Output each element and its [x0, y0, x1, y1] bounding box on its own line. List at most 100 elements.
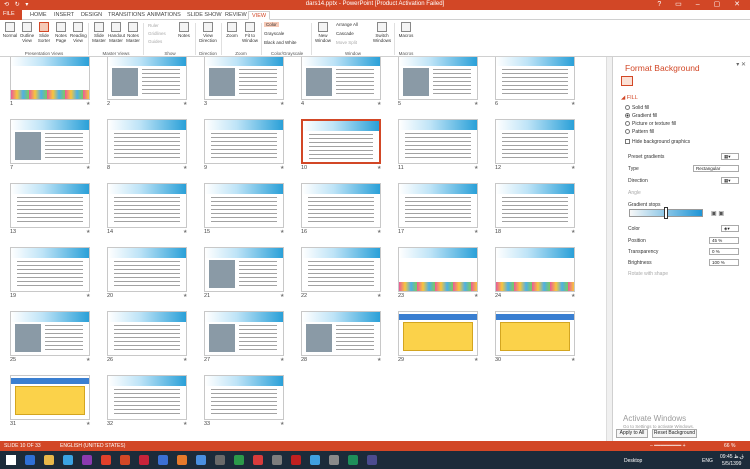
rotate-with-shape-checkbox[interactable]: Rotate with shape	[628, 271, 668, 277]
reading-view-button[interactable]: Reading View	[70, 22, 87, 43]
tab-design[interactable]: DESIGN	[78, 11, 105, 20]
color-button[interactable]: Color	[264, 22, 279, 27]
tab-slide-show[interactable]: SLIDE SHOW	[184, 11, 225, 20]
taskbar-app-icon[interactable]	[196, 455, 206, 465]
slide-thumbnail[interactable]	[107, 119, 187, 164]
outline-view-button[interactable]: Outline View	[19, 22, 35, 43]
normal-view-button[interactable]: Normal	[2, 22, 18, 38]
slide-thumbnail[interactable]	[10, 311, 90, 356]
taskbar-app-icon[interactable]	[120, 455, 130, 465]
slide-sorter-area[interactable]: 1 ★ 2 ★ 3 ★ 4 ★ 5 ★ 6 ★ 7 ★ 8 ★ 9 ★ 10 ★ 11 ★ 12 ★ 13 ★ 14 ★ 15 ★ 16 ★ 1…	[0, 57, 606, 441]
taskbar-app-icon[interactable]	[291, 455, 301, 465]
preset-gradients-dropdown[interactable]: ▦▾	[721, 153, 739, 160]
fit-to-window-button[interactable]: Fit to Window	[241, 22, 259, 43]
arrange-all-button[interactable]: Arrange All	[336, 22, 358, 27]
slide-thumbnail[interactable]	[204, 57, 284, 100]
cascade-button[interactable]: Cascade	[336, 31, 354, 36]
move-split-button[interactable]: Move Split	[336, 40, 357, 45]
input-language[interactable]: ENG	[702, 458, 713, 464]
slide-thumbnail[interactable]	[10, 183, 90, 228]
slide-thumbnail[interactable]	[10, 119, 90, 164]
slide-thumbnail[interactable]	[204, 247, 284, 292]
window-controls[interactable]: ? ▭ – ▢ ✕	[657, 0, 746, 8]
slide-thumbnail[interactable]	[398, 119, 478, 164]
taskbar-app-icon[interactable]	[25, 455, 35, 465]
slide-thumbnail[interactable]	[107, 311, 187, 356]
zoom-slider[interactable]: – ━━━━━━━━━ +	[650, 443, 686, 449]
fill-section-header[interactable]: ◢ FILL	[621, 95, 638, 101]
slide-thumbnail[interactable]	[107, 183, 187, 228]
taskbar-app-icon[interactable]	[348, 455, 358, 465]
taskbar-app-icon[interactable]	[367, 455, 377, 465]
slide-thumbnail[interactable]	[495, 247, 575, 292]
start-icon[interactable]	[6, 455, 16, 465]
slide-thumbnail[interactable]	[398, 247, 478, 292]
slide-thumbnail[interactable]	[204, 375, 284, 420]
notes-master-button[interactable]: Notes Master	[125, 22, 141, 43]
gradient-fill-option[interactable]: Gradient fill	[625, 113, 657, 119]
picture-fill-option[interactable]: Picture or texture fill	[625, 121, 676, 127]
solid-fill-option[interactable]: Solid fill	[625, 105, 649, 111]
slide-thumbnail[interactable]	[495, 311, 575, 356]
transparency-spinner[interactable]: 0 %	[709, 248, 739, 255]
slide-thumbnail[interactable]	[10, 247, 90, 292]
ruler-checkbox[interactable]: Ruler	[148, 23, 159, 28]
handout-master-button[interactable]: Handout Master	[108, 22, 125, 43]
add-stop-icon[interactable]: ▣ ▣	[711, 210, 724, 217]
taskbar-app-icon[interactable]	[139, 455, 149, 465]
macros-button[interactable]: Macros	[397, 22, 415, 38]
guides-checkbox[interactable]: Guides	[148, 39, 162, 44]
slide-sorter-button[interactable]: Slide Sorter	[36, 22, 52, 43]
direction-dropdown[interactable]: ▦▾	[721, 177, 739, 184]
slide-thumbnail[interactable]	[301, 247, 381, 292]
slide-thumbnail[interactable]	[301, 183, 381, 228]
slide-thumbnail[interactable]	[107, 247, 187, 292]
tab-home[interactable]: HOME	[27, 11, 50, 20]
slide-thumbnail[interactable]	[204, 119, 284, 164]
desktop-toolbar[interactable]: Desktop	[624, 458, 642, 464]
slide-thumbnail[interactable]	[107, 57, 187, 100]
slide-thumbnail[interactable]	[495, 119, 575, 164]
notes-button[interactable]: Notes	[176, 22, 192, 38]
slide-thumbnail[interactable]	[301, 57, 381, 100]
slide-thumbnail[interactable]	[10, 375, 90, 420]
color-picker[interactable]: ◈▾	[721, 225, 739, 232]
taskbar-app-icon[interactable]	[310, 455, 320, 465]
gradient-stop-handle[interactable]	[664, 207, 668, 219]
taskbar-app-icon[interactable]	[234, 455, 244, 465]
pane-close-button[interactable]: ▾ ✕	[736, 61, 746, 68]
taskbar-app-icon[interactable]	[253, 455, 263, 465]
tab-review[interactable]: REVIEW	[222, 11, 250, 20]
taskbar-app-icon[interactable]	[177, 455, 187, 465]
black-white-button[interactable]: Black and White	[264, 40, 297, 45]
clock-time[interactable]: 09:45 ق.ظ	[720, 454, 744, 460]
slide-thumbnail[interactable]	[204, 311, 284, 356]
new-window-button[interactable]: New Window	[314, 22, 332, 43]
type-dropdown[interactable]: Rectangular	[693, 165, 739, 172]
reset-background-button[interactable]: Reset Background	[652, 429, 697, 438]
tab-view[interactable]: VIEW	[248, 11, 271, 20]
clock-date[interactable]: 5/5/1399	[722, 461, 741, 467]
slide-thumbnail[interactable]	[398, 311, 478, 356]
tab-transitions[interactable]: TRANSITIONS	[105, 11, 148, 20]
notes-page-button[interactable]: Notes Page	[53, 22, 69, 43]
taskbar-app-icon[interactable]	[44, 455, 54, 465]
pattern-fill-option[interactable]: Pattern fill	[625, 129, 654, 135]
taskbar-app-icon[interactable]	[329, 455, 339, 465]
gridlines-checkbox[interactable]: Gridlines	[148, 31, 166, 36]
view-direction-button[interactable]: View Direction	[198, 22, 218, 43]
language-status[interactable]: ENGLISH (UNITED STATES)	[60, 443, 125, 449]
slide-master-button[interactable]: Slide Master	[91, 22, 107, 43]
slide-thumbnail[interactable]	[107, 375, 187, 420]
position-spinner[interactable]: 45 %	[709, 237, 739, 244]
tab-insert[interactable]: INSERT	[51, 11, 77, 20]
slide-thumbnail[interactable]	[10, 57, 90, 100]
grayscale-button[interactable]: Grayscale	[264, 31, 284, 36]
taskbar-app-icon[interactable]	[158, 455, 168, 465]
slide-thumbnail[interactable]	[301, 311, 381, 356]
brightness-spinner[interactable]: 100 %	[709, 259, 739, 266]
taskbar-app-icon[interactable]	[63, 455, 73, 465]
slide-thumbnail[interactable]	[495, 57, 575, 100]
taskbar-app-icon[interactable]	[215, 455, 225, 465]
apply-to-all-button[interactable]: Apply to All	[616, 429, 648, 438]
